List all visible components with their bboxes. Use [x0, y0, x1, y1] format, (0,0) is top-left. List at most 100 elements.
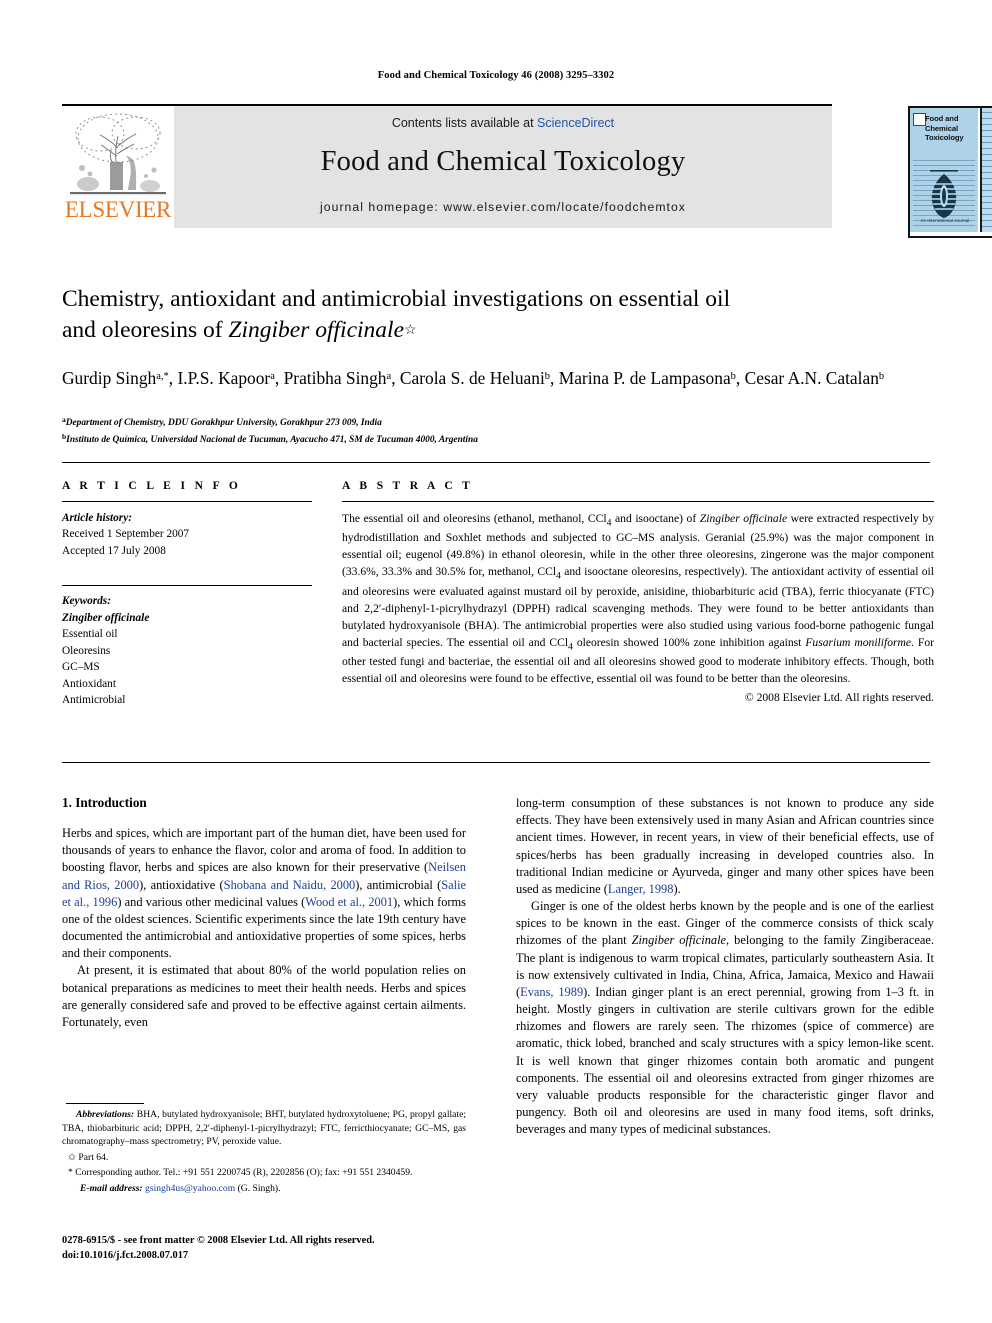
author-list: Gurdip Singha,*, I.P.S. Kapoora, Pratibh…	[62, 368, 885, 388]
cover-caption: An International Journal	[920, 218, 970, 223]
body-right-column: long-term consumption of these substance…	[516, 795, 934, 1138]
cover-spine-lines	[982, 112, 992, 228]
imprint-issn-line: 0278-6915/$ - see front matter © 2008 El…	[62, 1235, 375, 1246]
text-run: The essential oil and oleoresins (ethano…	[342, 512, 607, 525]
italic-term: Fusarium moniliforme	[805, 635, 912, 649]
italic-term: Zingiber officinale	[699, 512, 788, 525]
author-name: I.P.S. Kapoor	[177, 368, 271, 388]
imprint-footer: 0278-6915/$ - see front matter © 2008 El…	[62, 1234, 522, 1264]
email-address-label: E-mail address:	[80, 1183, 143, 1195]
abbreviations-label: Abbreviations:	[76, 1109, 135, 1120]
body-paragraph: long-term consumption of these substance…	[516, 795, 934, 898]
article-history-label: Article history:	[62, 512, 132, 524]
article-received-date: Received 1 September 2007	[62, 528, 190, 541]
keywords-group: Keywords: Zingiber officinale Essential o…	[62, 593, 312, 708]
citation-link[interactable]: Shobana and Naidu, 2000	[224, 878, 356, 892]
author-affiliation-marker: a	[270, 371, 275, 382]
abstract-text: The essential oil and oleoresins (ethano…	[342, 511, 934, 688]
text-run: ) and various other medicinal values (	[117, 894, 306, 909]
author-name: Carola S. de Heluani	[399, 368, 545, 388]
article-info-heading: A R T I C L E I N F O	[62, 480, 242, 492]
keywords-list: Zingiber officinale Essential oil Oleoresi…	[62, 610, 312, 709]
keyword-item: Zingiber officinale	[62, 611, 150, 624]
sciencedirect-link[interactable]: ScienceDirect	[537, 116, 614, 130]
affiliation-item: bInstituto de Química, Universidad Nacio…	[62, 431, 762, 448]
elsevier-tree-icon	[66, 108, 170, 200]
text-run: long-term consumption of these substance…	[516, 796, 934, 896]
page-title: Chemistry, antioxidant and antimicrobial…	[62, 284, 862, 347]
footnote-abbreviations: Abbreviations: BHA, butylated hydroxyani…	[62, 1108, 466, 1149]
text-run: ), antioxidative (	[139, 877, 224, 892]
imprint-doi-line: doi:10.1016/j.fct.2008.07.017	[62, 1249, 189, 1261]
author-affiliation-marker: a,*	[156, 371, 169, 382]
keyword-item: Antioxidant	[62, 677, 116, 690]
author-affiliation-marker: b	[730, 371, 736, 382]
abstract-heading: A B S T R A C T	[342, 480, 474, 492]
title-species-name: Zingiber officinale	[228, 317, 405, 344]
contents-prefix: Contents lists available at	[391, 116, 538, 130]
keyword-item: Antimicrobial	[62, 694, 126, 707]
text-run: Herbs and spices, which are important pa…	[62, 826, 466, 875]
contents-available-line: Contents lists available at ScienceDirec…	[174, 116, 832, 130]
elsevier-logo[interactable]: ELSEVIER	[62, 106, 174, 228]
journal-homepage-link[interactable]: journal homepage: www.elsevier.com/locat…	[174, 200, 832, 214]
footnote-part-note: ✩ Part 64.	[68, 1151, 109, 1163]
email-suffix: (G. Singh).	[235, 1183, 281, 1195]
keyword-item: Essential oil	[62, 628, 118, 641]
affiliation-list: aDepartment of Chemistry, DDU Gorakhpur …	[62, 414, 762, 448]
body-left-column: 1. Introduction Herbs and spices, which …	[62, 795, 466, 1031]
article-page: Food and Chemical Toxicology 46 (2008) 3…	[0, 0, 992, 1323]
footnote-corresponding-author: * Corresponding author. Tel.: +91 551 22…	[68, 1167, 413, 1179]
author-affiliation-marker: b	[878, 371, 885, 382]
text-run: ).	[673, 881, 681, 896]
author-name: Gurdip Singh	[62, 368, 157, 388]
journal-title: Food and Chemical Toxicology	[320, 146, 686, 177]
author-name: Marina P. de Lampasona	[558, 368, 731, 388]
body-paragraph: At present, it is estimated that about 8…	[62, 962, 466, 1031]
text-run: ), antimicrobial (	[355, 877, 442, 892]
keywords-rule	[62, 585, 312, 587]
author-affiliation-marker: a	[386, 371, 392, 382]
abstract-column: A B S T R A C T The essential oil and ol…	[342, 480, 934, 704]
email-link[interactable]: gsingh4us@yahoo.com	[145, 1183, 235, 1194]
body-paragraph: Herbs and spices, which are important pa…	[62, 825, 466, 962]
journal-header: ELSEVIER Contents lists available at Sci…	[62, 106, 992, 238]
info-block-bottom-rule	[62, 762, 930, 763]
journal-header-band: Contents lists available at ScienceDirec…	[174, 106, 832, 228]
author-name: Pratibha Singh	[283, 368, 387, 388]
journal-cover-thumbnail[interactable]: Food and Chemical Toxicology An Internat…	[908, 106, 992, 238]
article-info-rule	[62, 501, 312, 502]
title-line-1: Chemistry, antioxidant and antimicrobial…	[62, 286, 731, 312]
left-column-paragraphs: Herbs and spices, which are important pa…	[62, 825, 466, 1031]
citation-link[interactable]: Wood et al., 2001	[305, 895, 393, 909]
author-affiliation-marker: b	[544, 371, 551, 382]
keywords-label: Keywords:	[62, 595, 111, 608]
footnote-separator-rule	[66, 1103, 144, 1104]
elsevier-wordmark: ELSEVIER	[64, 197, 172, 222]
article-history-group: Article history: Received 1 September 20…	[62, 510, 312, 559]
title-footnote-marker[interactable]: ☆	[404, 323, 417, 338]
right-column-paragraphs: long-term consumption of these substance…	[516, 795, 934, 1138]
text-run: and isooctane) of	[611, 512, 700, 525]
italic-term: Zingiber officinale	[631, 933, 727, 948]
keyword-item: Oleoresins	[62, 644, 111, 657]
affiliation-item: aDepartment of Chemistry, DDU Gorakhpur …	[62, 414, 762, 431]
running-head: Food and Chemical Toxicology 46 (2008) 3…	[377, 70, 615, 81]
citation-link[interactable]: Langer, 1998	[608, 882, 674, 896]
text-run: oleoresin showed 100% zone inhibition ag…	[572, 635, 806, 649]
affiliation-text: Department of Chemistry, DDU Gorakhpur U…	[65, 418, 382, 428]
article-info-column: A R T I C L E I N F O Article history: R…	[62, 480, 312, 709]
footnote-block: Abbreviations: BHA, butylated hydroxyani…	[62, 1108, 466, 1196]
abstract-rule	[342, 501, 934, 502]
info-block-top-rule	[62, 462, 930, 463]
footnote-email-line: E-mail address: gsingh4us@yahoo.com (G. …	[62, 1182, 466, 1196]
section-title-introduction: 1. Introduction	[62, 795, 147, 810]
cover-title: Food and Chemical Toxicology	[925, 114, 964, 143]
text-run: ). Indian ginger plant is an erect peren…	[516, 984, 934, 1137]
author-name: Cesar A.N. Catalan	[744, 368, 879, 388]
abstract-copyright: © 2008 Elsevier Ltd. All rights reserved…	[744, 691, 934, 705]
keyword-item: GC–MS	[62, 661, 100, 674]
citation-link[interactable]: Evans, 1989	[520, 985, 583, 999]
body-paragraph: Ginger is one of the oldest herbs known …	[516, 898, 934, 1138]
affiliation-text: Instituto de Química, Universidad Nacion…	[66, 435, 478, 446]
